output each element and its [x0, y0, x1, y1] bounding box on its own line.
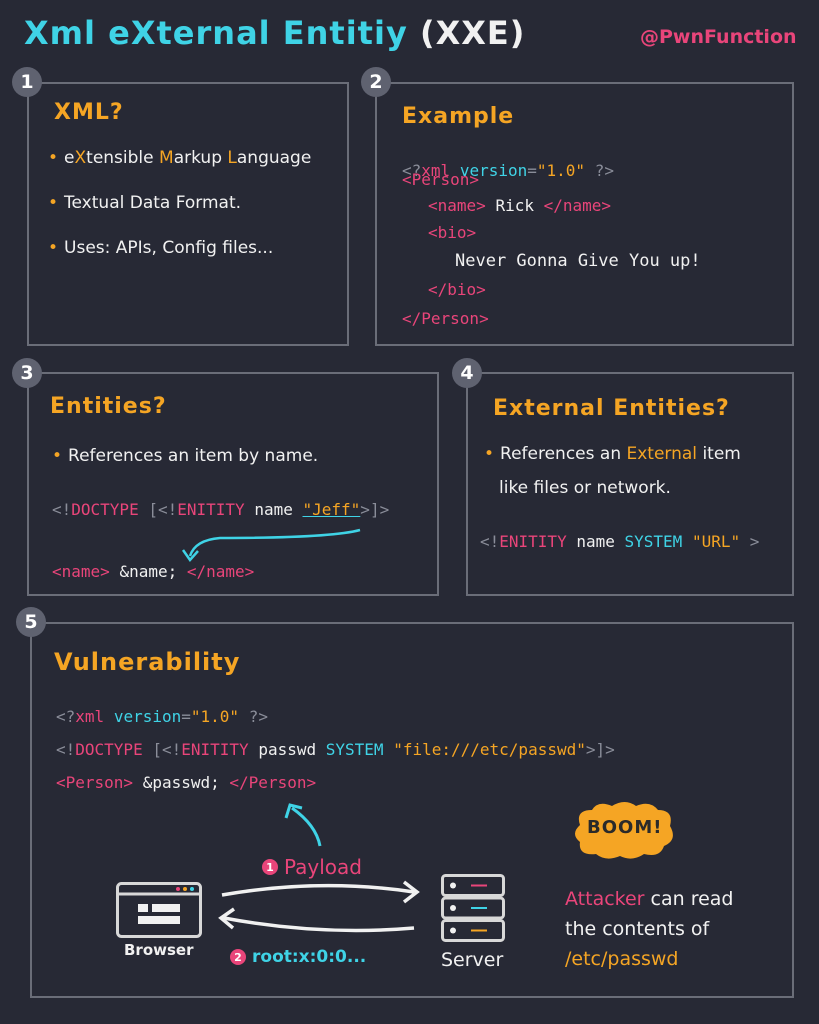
payload-step-badge: 1: [262, 859, 278, 875]
boom-label: BOOM!: [587, 817, 663, 838]
vuln-doctype-line: <!DOCTYPE [<!ENITITY passwd SYSTEM "file…: [56, 740, 615, 759]
external-bullet-line2: like files or network.: [499, 478, 671, 498]
external-bullet: • References an External item: [484, 444, 741, 464]
external-entity-line: <!ENITITY name SYSTEM "URL" >: [480, 532, 760, 551]
vuln-person-line: <Person> &passwd; </Person>: [56, 773, 317, 792]
example-bio-open: <bio>: [428, 223, 477, 242]
entities-bullet: • References an item by name.: [52, 446, 319, 466]
response-step-badge: 2: [230, 949, 246, 965]
section-number-4: 4: [452, 358, 482, 388]
page-title: Xml eXternal Entitiy (XXE): [24, 14, 525, 52]
entities-usage-line: <name> &name; </name>: [52, 562, 255, 581]
payload-label: 1 Payload: [262, 855, 362, 879]
attacker-line-1: Attacker can read: [565, 888, 734, 910]
attacker-file-path: /etc/passwd: [565, 948, 679, 970]
title-main: Xml eXternal Entitiy: [24, 14, 408, 52]
xml-bullet-3: • Uses: APIs, Config files...: [48, 238, 274, 258]
entity-value-jeff: "Jeff": [302, 500, 361, 519]
response-label: 2 root:x:0:0...: [230, 947, 366, 967]
browser-icon: [116, 882, 202, 938]
example-name-line: <name> Rick </name>: [428, 196, 612, 215]
attacker-line-2: the contents of: [565, 918, 710, 940]
example-person-open: <Person>: [402, 170, 480, 189]
section-entities-heading: Entities?: [50, 394, 167, 419]
section-number-5: 5: [16, 607, 46, 637]
author-handle: @PwnFunction: [640, 26, 797, 48]
xml-bullet-2: • Textual Data Format.: [48, 193, 242, 213]
example-bio-close: </bio>: [428, 280, 486, 299]
section-vulnerability-heading: Vulnerability: [54, 648, 241, 676]
section-number-2: 2: [361, 67, 391, 97]
section-external-heading: External Entities?: [493, 396, 730, 421]
example-bio-text: Never Gonna Give You up!: [455, 251, 701, 271]
server-label: Server: [441, 949, 504, 971]
vuln-xml-decl: <?xml version="1.0" ?>: [56, 707, 268, 726]
entities-doctype-line: <!DOCTYPE [<!ENITITY name "Jeff">]>: [52, 500, 390, 519]
section-number-3: 3: [12, 358, 42, 388]
server-icon: [441, 874, 505, 942]
section-number-1: 1: [12, 67, 42, 97]
xml-bullet-1: • eXtensible Markup Language: [48, 148, 312, 168]
example-person-close: </Person>: [402, 309, 489, 328]
section-xml-heading: XML?: [54, 100, 124, 125]
browser-label: Browser: [124, 941, 194, 959]
title-abbr: (XXE): [419, 14, 526, 52]
section-example-heading: Example: [402, 104, 515, 129]
